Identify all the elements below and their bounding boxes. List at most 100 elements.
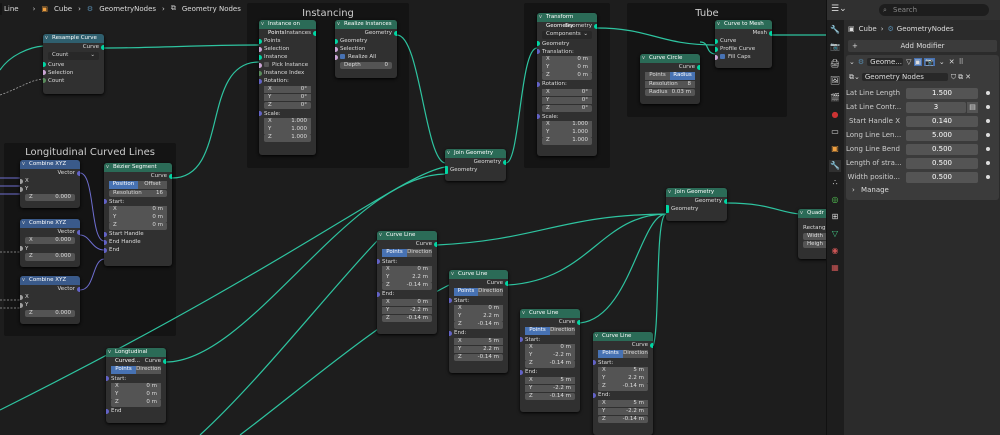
rotation-x[interactable]: X 0° <box>264 85 311 93</box>
z-field[interactable]: Z 0.000 <box>25 193 75 201</box>
width-field[interactable]: Width <box>803 232 826 240</box>
end-x[interactable]: X5 m <box>454 337 503 345</box>
collapse-icon[interactable]: ⌄ <box>849 58 855 66</box>
direction-mode-button[interactable]: Direction <box>136 366 161 374</box>
translation-z[interactable]: Z0 m <box>542 72 592 80</box>
duplicate-icon[interactable]: ⧉ <box>958 73 963 82</box>
socket-selection-in[interactable]: Selection <box>259 45 316 53</box>
socket-count-in[interactable]: Count <box>43 77 104 85</box>
socket-geometry-in[interactable]: Geometry <box>666 205 727 213</box>
socket-start[interactable]: Start: <box>449 297 508 305</box>
node-curve-line-4[interactable]: Curve Line Curve PointsDirection Start: … <box>593 332 653 435</box>
start-x[interactable]: X0 m <box>111 383 161 391</box>
socket-mesh-out[interactable]: Mesh <box>715 29 772 37</box>
socket-curve-out[interactable]: Curve <box>520 318 580 326</box>
socket-vector-out[interactable]: Vector <box>20 169 80 177</box>
tool-tab-icon[interactable]: 🔧 <box>829 24 841 36</box>
object-tab-icon[interactable]: ▣ <box>829 143 841 155</box>
start-x[interactable]: X5 m <box>598 367 648 375</box>
start-z[interactable]: Z -0.14 m <box>598 383 648 391</box>
socket-geometry-out[interactable]: Geometry <box>666 197 727 205</box>
end-y[interactable]: Y -2.2 m <box>598 407 648 415</box>
node-combine-xyz-2[interactable]: Combine XYZ Vector X0.000 Y Z0.000 <box>20 219 80 267</box>
scene-tab-icon[interactable]: 🎬 <box>829 92 841 104</box>
socket-end[interactable]: End: <box>520 368 580 376</box>
end-x[interactable]: X5 m <box>598 399 648 407</box>
socket-geometry-in[interactable]: Geometry <box>537 40 597 48</box>
rotation-y[interactable]: Y 0° <box>264 93 311 101</box>
output-tab-icon[interactable]: 🖨 <box>829 58 841 70</box>
start-y[interactable]: Y 2.2 m <box>598 375 648 383</box>
start-z[interactable]: Z0 m <box>109 222 167 230</box>
node-curve-line-2[interactable]: Curve Line Curve PointsDirection Start: … <box>449 270 508 373</box>
socket-curve-out[interactable]: Curve <box>104 172 172 180</box>
socket-scale[interactable]: Scale: <box>537 113 597 121</box>
node-curve-line-1[interactable]: Curve Line Curve PointsDirection Start: … <box>377 231 437 334</box>
socket-start[interactable]: Start: <box>377 258 437 266</box>
breadcrumb-geometrynodes[interactable]: GeometryNodes <box>99 5 156 13</box>
modifier-input-field[interactable]: 0.500 <box>906 171 978 183</box>
keyframe-dot-icon[interactable] <box>986 147 990 151</box>
node-combine-xyz-1[interactable]: Combine XYZ Vector X Y Z0.000 <box>20 160 80 208</box>
socket-selection-in[interactable]: Selection <box>335 45 397 53</box>
unlink-icon[interactable]: ✕ <box>965 73 971 81</box>
breadcrumb-node-group[interactable]: Geometry Nodes <box>182 5 241 13</box>
scale-y[interactable]: Y 1.000 <box>542 129 592 137</box>
socket-start-handle[interactable]: Start Handle <box>104 230 172 238</box>
socket-instance-in[interactable]: Instance <box>259 53 316 61</box>
modifier-input-field[interactable]: 5.000 <box>906 129 978 141</box>
end-z[interactable]: Z -0.14 m <box>454 353 503 361</box>
x-field[interactable]: X 0.000 <box>25 236 75 244</box>
mode-buttons[interactable]: Points Direction <box>525 327 575 335</box>
depth-field[interactable]: Depth 0 <box>340 61 392 69</box>
socket-curve-out[interactable]: Curve <box>106 357 166 365</box>
socket-end[interactable]: End <box>104 246 172 254</box>
mode-buttons[interactable]: Points Direction <box>454 288 503 296</box>
mode-buttons[interactable]: Points Radius <box>645 72 695 80</box>
socket-vector-out[interactable]: Vector <box>20 285 80 293</box>
socket-curve-out[interactable]: Curve <box>43 43 104 51</box>
socket-curve-in[interactable]: Curve <box>43 61 104 69</box>
drag-handle-icon[interactable]: ⠿ <box>959 58 964 66</box>
scale-x[interactable]: X 1.000 <box>542 121 592 129</box>
start-x[interactable]: X0 m <box>382 266 432 274</box>
socket-geometry-out[interactable]: Geometry <box>445 158 506 166</box>
end-y[interactable]: Y -2.2 m <box>382 306 432 314</box>
direction-mode-button[interactable]: Direction <box>550 327 575 335</box>
end-y[interactable]: Y -2.2 m <box>525 384 575 392</box>
rotation-z[interactable]: Z 0° <box>542 104 592 112</box>
socket-translation[interactable]: Translation: <box>537 48 597 56</box>
start-z[interactable]: Z -0.14 m <box>382 282 432 290</box>
socket-start[interactable]: Start: <box>520 336 580 344</box>
material-tab-icon[interactable]: ◉ <box>829 245 841 257</box>
socket-start[interactable]: Start: <box>106 375 166 383</box>
mode-buttons[interactable]: Position Offset <box>109 181 167 189</box>
socket-instances-out[interactable]: Instances <box>259 29 316 37</box>
edit-mode-icon[interactable]: ▽ <box>906 58 911 66</box>
socket-points-in[interactable]: Points <box>259 37 316 45</box>
socket-geometry-out[interactable]: Geometry <box>537 22 597 30</box>
direction-mode-button[interactable]: Direction <box>478 288 503 296</box>
points-mode-button[interactable]: Points <box>111 366 136 374</box>
world-tab-icon[interactable]: ● <box>829 109 841 121</box>
scale-y[interactable]: Y 1.000 <box>264 126 311 134</box>
scale-x[interactable]: X 1.000 <box>264 118 311 126</box>
mode-buttons[interactable]: Points Direction <box>382 249 432 257</box>
resolution-field[interactable]: Resolution 16 <box>109 189 167 197</box>
socket-instance-index[interactable]: Instance Index <box>259 69 316 77</box>
radius-field[interactable]: Radius 0.03 m <box>645 88 695 96</box>
view-layer-tab-icon[interactable]: 🖼 <box>829 75 841 87</box>
socket-curve-out[interactable]: Curve <box>593 341 653 349</box>
socket-y-in[interactable]: Y <box>20 301 80 309</box>
render-tab-icon[interactable]: 📷 <box>829 41 841 53</box>
modifier-input-field[interactable]: 0.500 <box>906 157 978 169</box>
realtime-icon[interactable]: ▣ <box>913 58 923 66</box>
direction-mode-button[interactable]: Direction <box>407 249 432 257</box>
mode-dropdown[interactable]: Components ⌄ <box>542 31 592 39</box>
socket-end[interactable]: End: <box>377 290 437 298</box>
node-join-geometry-2[interactable]: Join Geometry Geometry Geometry <box>666 188 727 221</box>
node-curve-circle[interactable]: Curve Circle Curve PointsRadius Resoluti… <box>640 54 700 104</box>
node-combine-xyz-3[interactable]: Combine XYZ Vector X Y Z0.000 <box>20 276 80 324</box>
start-z[interactable]: Z0 m <box>111 399 161 407</box>
node-realize-instances[interactable]: Realize Instances Geometry Geometry Sele… <box>335 20 397 78</box>
